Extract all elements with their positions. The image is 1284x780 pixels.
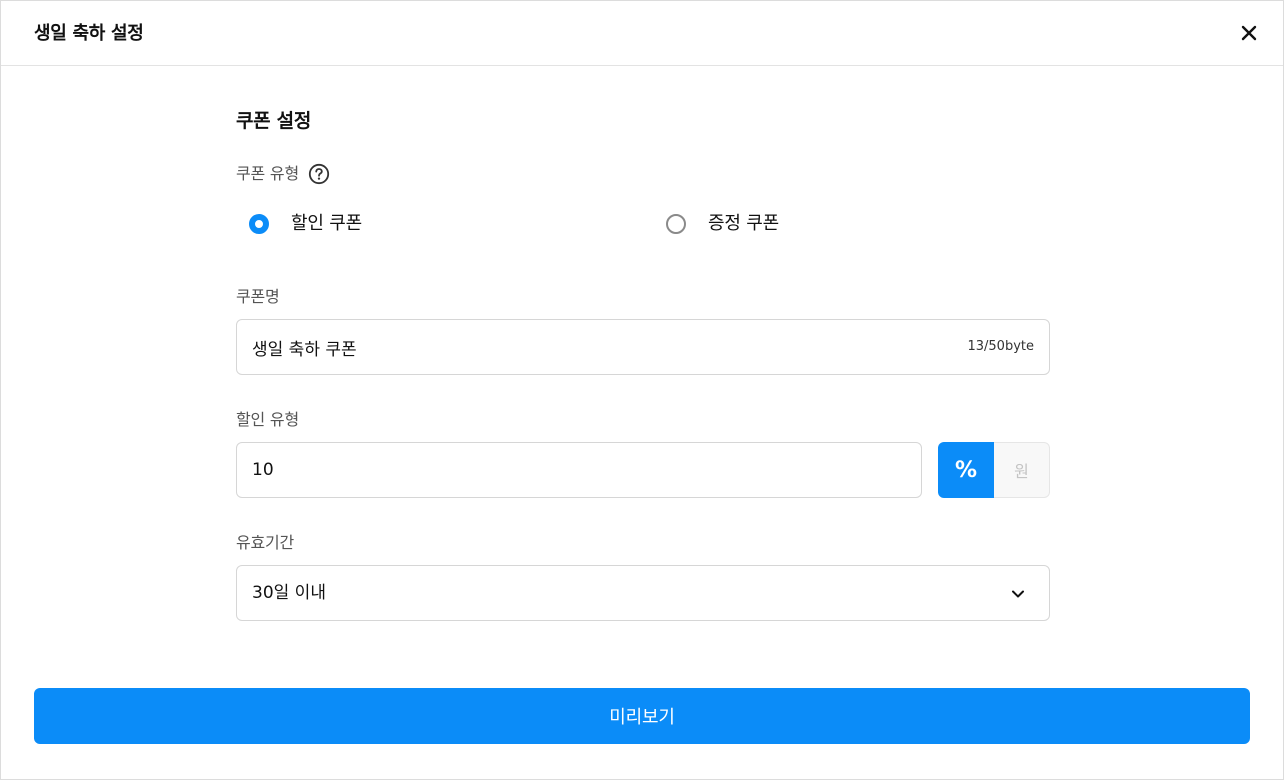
byte-counter: 13/50byte: [967, 339, 1034, 354]
radio-discount-coupon[interactable]: 할인 쿠폰: [249, 211, 362, 237]
validity-selected-value: 30일 이내: [252, 583, 326, 603]
radio-checked-indicator: [249, 214, 269, 234]
section-title: 쿠폰 설정: [236, 110, 312, 132]
coupon-name-label: 쿠폰명: [236, 287, 280, 306]
coupon-name-input[interactable]: [252, 335, 932, 359]
discount-value-field: [236, 442, 922, 498]
discount-type-label: 할인 유형: [236, 410, 299, 429]
radio-gift-coupon[interactable]: 증정 쿠폰: [666, 211, 779, 237]
modal-header: 생일 축하 설정: [1, 1, 1283, 66]
radio-discount-coupon-label: 할인 쿠폰: [291, 213, 362, 234]
chevron-down-icon: [1012, 590, 1024, 598]
radio-gift-coupon-label: 증정 쿠폰: [708, 213, 779, 234]
question-circle-icon: [308, 163, 330, 185]
discount-value-input[interactable]: [252, 458, 902, 482]
birthday-settings-modal: 생일 축하 설정 쿠폰 설정 쿠폰 유형 할인 쿠폰 증정 쿠폰 쿠폰명 생일 …: [0, 0, 1284, 780]
close-icon: [1241, 25, 1257, 41]
radio-unchecked-indicator: [666, 214, 686, 234]
close-button[interactable]: [1237, 21, 1261, 45]
validity-label: 유효기간: [236, 533, 295, 552]
modal-title: 생일 축하 설정: [34, 23, 144, 44]
validity-select[interactable]: 30일 이내: [236, 565, 1050, 621]
unit-percent-button[interactable]: %: [938, 442, 994, 498]
coupon-name-field: 13/50byte: [236, 319, 1050, 375]
help-button[interactable]: [308, 163, 330, 185]
coupon-type-label: 쿠폰 유형: [236, 164, 299, 183]
preview-button[interactable]: 미리보기: [34, 688, 1250, 744]
unit-won-button[interactable]: 원: [994, 442, 1050, 498]
